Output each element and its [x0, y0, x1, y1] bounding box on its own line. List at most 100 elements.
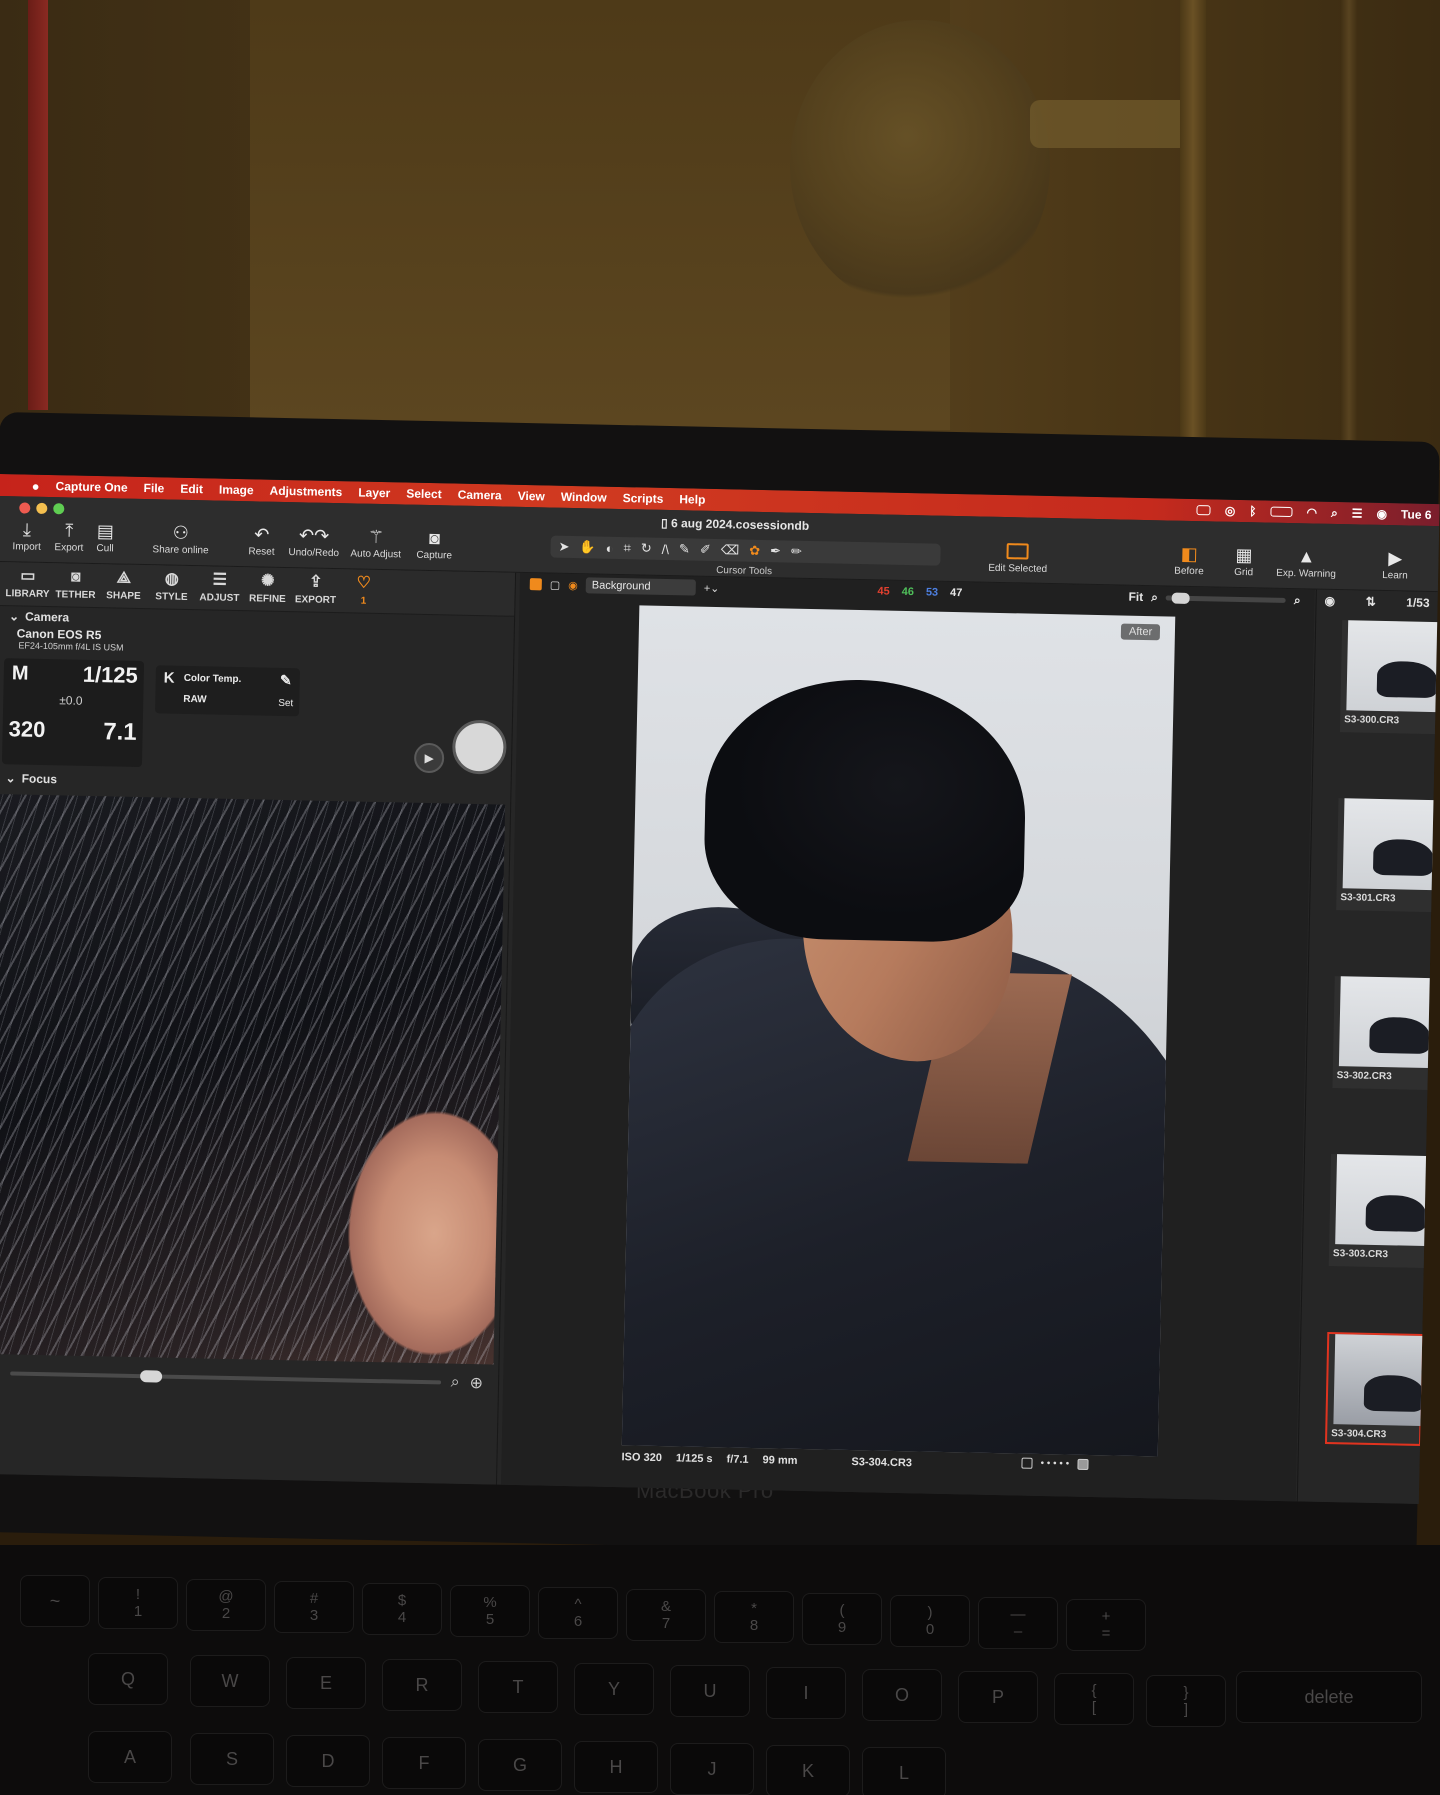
set-button[interactable]: Set — [278, 698, 293, 709]
menu-app[interactable]: Capture One — [55, 479, 127, 495]
picker-tool-icon[interactable]: ✎ — [679, 541, 690, 557]
thumbnail[interactable]: S3-301.CR3 — [1336, 798, 1435, 913]
color-temp-label[interactable]: Color Temp. — [184, 673, 242, 685]
rotate-tool-icon[interactable]: ↻ — [641, 540, 652, 556]
apple-menu-icon[interactable]: ● — [32, 478, 40, 493]
capture-button[interactable]: ◙ Capture — [416, 528, 452, 561]
zoom-button[interactable] — [53, 503, 65, 515]
import-button[interactable]: ⤓ Import — [12, 519, 41, 552]
keystone-tool-icon[interactable]: /\ — [662, 541, 670, 556]
sort-icon[interactable]: ⇅ — [1366, 595, 1376, 609]
share-online-button[interactable]: ⚇ Share online — [152, 523, 209, 557]
select-checkbox[interactable] — [1021, 1457, 1033, 1469]
menu-edit[interactable]: Edit — [180, 482, 203, 496]
thumbnail[interactable]: S3-303.CR3 — [1328, 1154, 1428, 1269]
eye-icon[interactable]: ◉ — [1324, 594, 1335, 608]
learn-button[interactable]: ▶ Learn — [1382, 548, 1408, 581]
file-format-label[interactable]: RAW — [183, 694, 207, 705]
healing-tool-icon[interactable]: ✿ — [749, 543, 760, 559]
cull-button[interactable]: ▤ Cull — [96, 521, 114, 554]
tab-shape[interactable]: ⟁ SHAPE — [99, 569, 148, 608]
spotlight-search-icon[interactable]: ⌕ — [1331, 505, 1338, 520]
exposure-warning-button[interactable]: ▲ Exp. Warning — [1276, 546, 1336, 580]
tab-library[interactable]: ▭ LIBRARY — [3, 567, 52, 606]
pointer-tool-icon[interactable]: ➤ — [558, 539, 569, 555]
close-button[interactable] — [19, 502, 31, 514]
menu-image[interactable]: Image — [219, 483, 254, 498]
menubar-clock[interactable]: Tue 6 — [1401, 507, 1432, 522]
siri-icon[interactable]: ◉ — [1376, 507, 1387, 521]
tab-export[interactable]: ⇪ EXPORT — [291, 573, 340, 612]
shutter-speed[interactable]: 1/125 — [82, 662, 138, 689]
add-layer-icon[interactable]: +⌄ — [704, 581, 720, 594]
zoom-out-icon[interactable]: ⌕ — [1151, 590, 1158, 605]
annotate-tool-icon[interactable]: ✏ — [791, 544, 802, 560]
tab-refine[interactable]: ✺ REFINE — [243, 572, 292, 611]
before-button[interactable]: ◧ Before — [1174, 544, 1204, 577]
viewer-zoom-slider[interactable] — [1165, 592, 1286, 604]
thumbnail[interactable]: S3-302.CR3 — [1332, 976, 1431, 1091]
viewer-zoom-knob[interactable] — [1171, 592, 1191, 604]
battery-icon[interactable] — [1270, 506, 1293, 518]
star-rating[interactable]: • • • • • — [1040, 1458, 1069, 1470]
meta-filename: S3-304.CR3 — [851, 1456, 913, 1470]
tab-library-label: LIBRARY — [5, 588, 50, 601]
menu-adjustments[interactable]: Adjustments — [269, 484, 342, 500]
aperture-value[interactable]: 7.1 — [103, 718, 137, 747]
tab-adjust[interactable]: ☰ ADJUST — [195, 571, 244, 610]
exposure-mode[interactable]: M — [12, 662, 29, 685]
menu-camera[interactable]: Camera — [458, 488, 502, 503]
red-curtain — [28, 0, 48, 410]
menu-layer[interactable]: Layer — [358, 486, 390, 501]
loupe-tool-icon[interactable]: ◐ — [606, 540, 614, 555]
clone-tool-icon[interactable]: ✒ — [770, 543, 781, 559]
video-record-button[interactable]: ▶ — [413, 742, 445, 774]
menu-select[interactable]: Select — [406, 487, 442, 502]
eraser-tool-icon[interactable]: ⌫ — [721, 542, 740, 558]
thumbnail-selected[interactable]: S3-304.CR3 — [1324, 1331, 1426, 1446]
focus-zoom-slider[interactable] — [10, 1370, 441, 1385]
undo-redo-button[interactable]: ↶↷ Undo/Redo — [288, 525, 339, 559]
control-center-icon[interactable]: ☰ — [1352, 506, 1363, 520]
zoom-in-icon[interactable]: ⌕ — [451, 1374, 460, 1392]
menu-help[interactable]: Help — [679, 492, 705, 507]
shutter-release-button[interactable] — [451, 719, 507, 775]
display-icon[interactable] — [1196, 505, 1211, 516]
thumbnail[interactable]: S3-300.CR3 — [1339, 620, 1439, 735]
menu-window[interactable]: Window — [561, 490, 607, 505]
creative-cloud-icon[interactable]: ◎ — [1225, 504, 1236, 518]
main-photo[interactable]: After — [621, 605, 1176, 1457]
key-s: S — [190, 1733, 274, 1785]
loupe-icon[interactable]: ⊕ — [469, 1373, 483, 1393]
eye-view-icon[interactable]: ◉ — [568, 578, 578, 591]
menu-scripts[interactable]: Scripts — [623, 491, 664, 506]
wifi-icon[interactable]: ◠ — [1306, 505, 1317, 519]
crop-tool-icon[interactable]: ⌗ — [623, 540, 631, 556]
pan-tool-icon[interactable]: ✋ — [579, 539, 595, 555]
multi-view-icon[interactable] — [529, 578, 542, 591]
tab-favorites[interactable]: ♡ 1 — [339, 574, 388, 613]
focus-zoom-knob[interactable] — [139, 1370, 163, 1383]
layer-select[interactable]: Background — [585, 577, 696, 596]
focus-preview[interactable] — [0, 793, 506, 1365]
tab-style[interactable]: ◍ STYLE — [147, 570, 196, 609]
brush-tool-icon[interactable]: ✐ — [700, 542, 711, 558]
zoom-in-icon[interactable]: ⌕ — [1294, 593, 1301, 608]
fit-button[interactable]: Fit — [1128, 590, 1143, 604]
menu-file[interactable]: File — [143, 481, 164, 495]
single-view-icon[interactable]: ▢ — [550, 578, 561, 591]
exposure-compensation[interactable]: ±0.0 — [59, 693, 83, 707]
exposure-settings-box: M 1/125 ±0.0 320 7.1 — [1, 658, 145, 768]
reset-button[interactable]: ↶ Reset — [248, 524, 275, 557]
eyedropper-icon[interactable]: ✎ — [280, 672, 292, 689]
menu-view[interactable]: View — [518, 489, 545, 504]
export-button[interactable]: ⤒ Export — [54, 520, 84, 553]
iso-value[interactable]: 320 — [8, 716, 45, 743]
edit-selected-button[interactable]: Edit Selected — [988, 543, 1048, 575]
bluetooth-icon[interactable]: ᛒ — [1249, 504, 1256, 518]
tab-tether[interactable]: ◙ TETHER — [51, 569, 100, 607]
color-tag-box[interactable] — [1077, 1458, 1089, 1471]
minimize-button[interactable] — [36, 502, 48, 514]
grid-button[interactable]: ▦ Grid — [1234, 545, 1254, 578]
auto-adjust-button[interactable]: ⚚ Auto Adjust — [350, 527, 401, 561]
